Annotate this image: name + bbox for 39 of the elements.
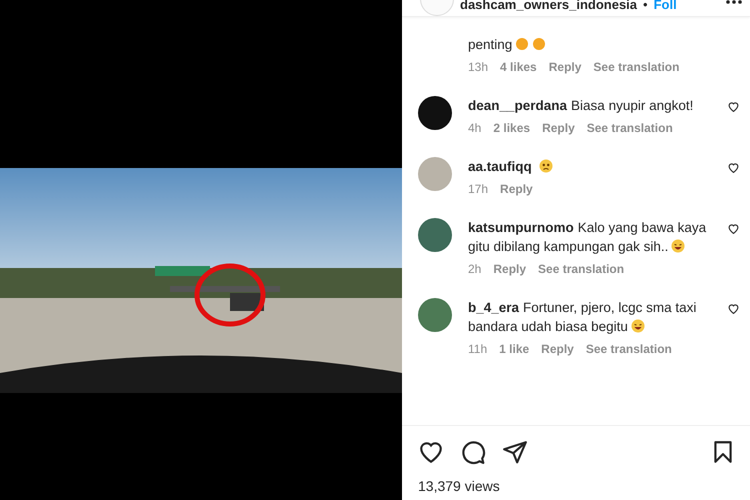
emoji-icon: [538, 159, 553, 173]
emoji-icon: [630, 319, 645, 333]
likes-count[interactable]: 4 likes: [500, 60, 537, 74]
more-icon[interactable]: [726, 0, 742, 4]
heart-icon[interactable]: [418, 439, 444, 465]
avatar[interactable]: [418, 96, 452, 130]
avatar[interactable]: [418, 218, 452, 252]
reply-button[interactable]: Reply: [500, 182, 533, 196]
comment-text: penting: [468, 35, 740, 54]
comment-time: 4h: [468, 121, 482, 135]
emoji-icon: [515, 37, 530, 51]
comment-time: 17h: [468, 182, 488, 196]
separator: •: [643, 0, 648, 12]
comment-text: katsumpurnomo Kalo yang bawa kaya gitu dibilang kampungan gak sih..: [468, 219, 708, 256]
comment-icon[interactable]: [460, 439, 486, 465]
reply-button[interactable]: Reply: [493, 262, 526, 276]
comment-text: dean__perdana Biasa nyupir angkot!: [468, 97, 694, 115]
reply-button[interactable]: Reply: [542, 121, 575, 135]
reply-button[interactable]: Reply: [548, 60, 582, 74]
comment-text: aa.taufiqq: [468, 157, 711, 176]
reply-button[interactable]: Reply: [541, 342, 574, 356]
heart-icon[interactable]: [727, 222, 740, 235]
see-translation-link[interactable]: See translation: [593, 60, 680, 74]
views-count: 13,379 views: [417, 478, 501, 496]
heart-icon[interactable]: [727, 100, 740, 113]
send-icon[interactable]: [502, 439, 528, 465]
comment-time: 11h: [468, 342, 488, 356]
comment-time: 2h: [468, 262, 482, 276]
heart-icon[interactable]: [727, 161, 740, 174]
see-translation-link[interactable]: See translation: [538, 262, 624, 276]
comment-time: 13h: [468, 60, 488, 74]
see-translation-link[interactable]: See translation: [586, 121, 673, 135]
see-translation-link[interactable]: See translation: [586, 342, 672, 356]
likes-count[interactable]: 1 like: [499, 342, 530, 356]
comment-text: b_4_era Fortuner, pjero, lcgc sma taxi bandara udah biasa begitu: [468, 299, 698, 336]
likes-count[interactable]: 2 likes: [493, 121, 530, 135]
emoji-icon: [532, 37, 546, 51]
heart-icon[interactable]: [727, 302, 740, 315]
emoji-icon: [671, 239, 686, 253]
